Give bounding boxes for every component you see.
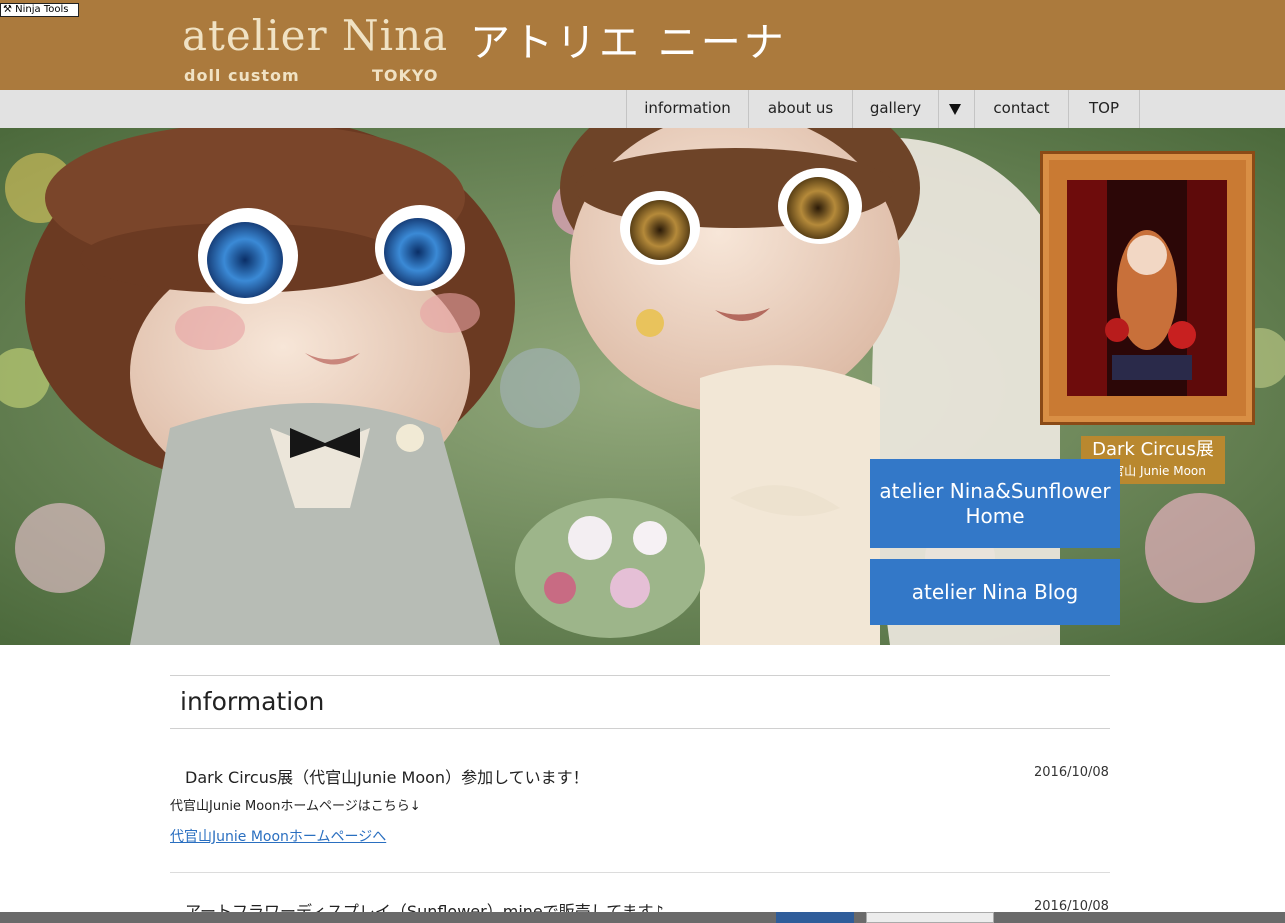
poster-art <box>1067 180 1227 396</box>
post-divider <box>170 872 1110 873</box>
nav-item-contact[interactable]: contact <box>974 90 1068 128</box>
window-bottom-edge <box>0 912 1285 923</box>
blog-link-button[interactable]: atelier Nina Blog <box>870 559 1120 625</box>
post-link[interactable]: 代官山Junie Moonホームページへ <box>170 826 386 846</box>
exhibition-poster <box>1067 180 1227 396</box>
site-header: ⚒ Ninja Tools atelier Nina doll custom T… <box>0 0 1285 90</box>
hero-image: Dark Circus展 代官山 Junie Moon atelier Nina… <box>0 128 1285 645</box>
admin-button[interactable] <box>776 912 854 923</box>
site-logo[interactable]: atelier Nina <box>182 10 448 62</box>
nav-divider <box>1139 90 1140 128</box>
nav-gallery-dropdown[interactable] <box>938 90 974 128</box>
admin-secondary-button[interactable] <box>866 912 994 923</box>
ninja-tools-label: Ninja Tools <box>15 4 69 15</box>
logo-city: TOKYO <box>372 66 439 85</box>
main-nav: information about us gallery contact TOP <box>0 90 1285 128</box>
logo-subtitle: doll custom <box>184 66 300 85</box>
exhibition-frame[interactable] <box>1040 151 1255 425</box>
section-title: information <box>170 675 1110 729</box>
post-title[interactable]: Dark Circus展（代官山Junie Moon）参加しています！ <box>185 764 589 788</box>
nav-item-about-us[interactable]: about us <box>748 90 852 128</box>
logo-japanese: アトリエ ニーナ <box>470 20 787 66</box>
triangle-down-icon <box>949 104 961 115</box>
nav-item-information[interactable]: information <box>626 90 748 128</box>
post-date: 2016/10/08 <box>1034 765 1109 780</box>
home-link-button[interactable]: atelier Nina&Sunflower Home <box>870 459 1120 548</box>
post-text: 代官山Junie Moonホームページはこちら↓ <box>170 799 421 814</box>
hammer-icon: ⚒ <box>3 4 12 15</box>
ninja-tools-badge[interactable]: ⚒ Ninja Tools <box>0 3 79 17</box>
nav-item-gallery[interactable]: gallery <box>852 90 938 128</box>
nav-item-top[interactable]: TOP <box>1068 90 1139 128</box>
